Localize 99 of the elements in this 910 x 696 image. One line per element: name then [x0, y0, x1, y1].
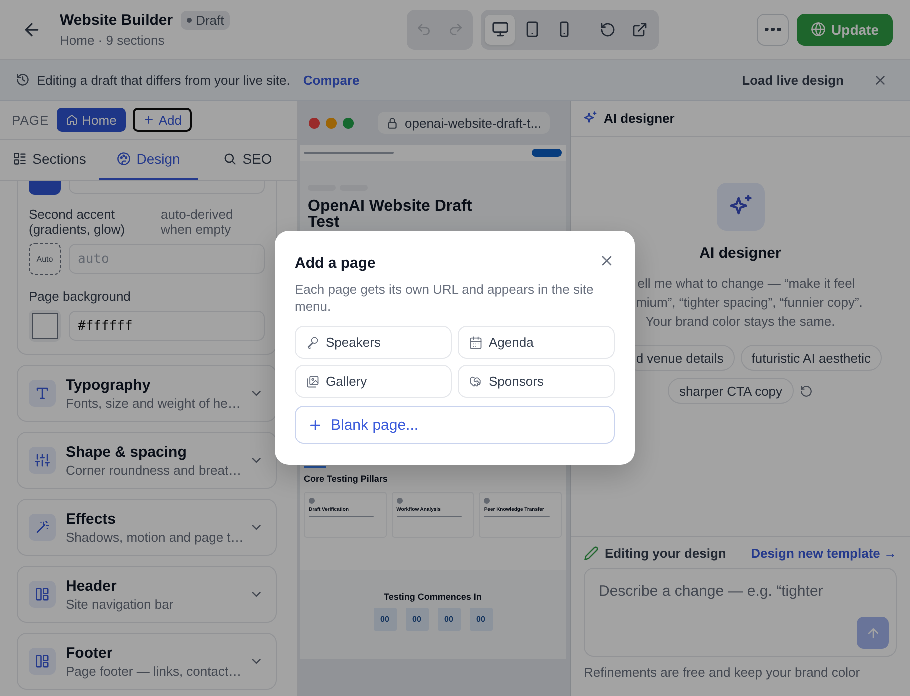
close-dot	[309, 118, 320, 128]
reload-icon	[600, 22, 616, 38]
microphone-icon	[306, 336, 320, 350]
pencil-icon	[584, 546, 599, 561]
section-subtitle: Page footer — links, contact…	[66, 664, 239, 678]
page-subtitle: Home · 9 sections	[60, 33, 166, 48]
settings-section[interactable]: Header Site navigation bar	[17, 566, 277, 623]
page-template-button[interactable]: Speakers	[295, 326, 452, 359]
card-dot	[484, 498, 490, 504]
dialog-description: Each page gets its own URL and appears in the site menu.	[295, 281, 595, 315]
editing-label: Editing your design	[605, 546, 726, 561]
panel-title: AI designer	[604, 111, 675, 126]
design-template-link[interactable]: Design new template →	[751, 546, 897, 561]
desktop-icon	[492, 21, 508, 38]
arrow-up-icon	[866, 626, 880, 640]
app-title: Website Builder	[60, 12, 174, 29]
address-bar: openai-website-draft-t...	[378, 112, 550, 134]
minimize-dot	[326, 118, 337, 128]
lock-icon	[386, 116, 399, 130]
sparkle-icon	[583, 111, 598, 126]
external-link-icon	[632, 22, 648, 38]
status-badge: Draft	[181, 11, 230, 30]
undo-icon	[416, 22, 432, 38]
section-subtitle: Fonts, size and weight of he…	[66, 396, 239, 410]
history-icon	[16, 73, 30, 87]
auto-swatch: Auto	[29, 243, 61, 275]
dialog-title: Add a page	[295, 255, 376, 272]
wand-icon	[35, 520, 50, 535]
countdown-box: 00	[406, 608, 428, 631]
hero-heading: OpenAI Website Draft Test	[308, 199, 474, 231]
page-template-button[interactable]: Sponsors	[458, 365, 615, 398]
handshake-icon	[469, 374, 483, 388]
prompt-field[interactable]: Describe a change — e.g. “tighter	[584, 568, 897, 657]
draft-message: Editing a draft that differs from your live site.	[37, 72, 290, 88]
panel-tab[interactable]: SEO	[198, 140, 297, 180]
refresh-button[interactable]	[800, 384, 813, 398]
settings-section[interactable]: Shape & spacing Corner roundness and breat…	[17, 432, 277, 489]
add-page-button[interactable]: Add	[132, 108, 192, 132]
compare-link[interactable]: Compare	[303, 72, 360, 88]
page-template-button[interactable]: Gallery	[295, 365, 452, 398]
settings-section[interactable]: Footer Page footer — links, contact…	[17, 633, 277, 690]
more-button[interactable]	[756, 14, 789, 46]
section-title: Header	[66, 578, 118, 594]
register-pill	[532, 149, 562, 157]
countdown-box: 00	[438, 608, 460, 631]
search-icon	[222, 152, 237, 166]
sliders-icon	[35, 453, 50, 468]
panel-tab[interactable]: Sections	[0, 140, 99, 180]
settings-section[interactable]: Effects Shadows, motion and page t…	[17, 499, 277, 556]
maximize-dot	[343, 118, 354, 128]
globe-icon	[810, 22, 826, 37]
page-button[interactable]: Home	[57, 108, 126, 132]
load-live-design-button[interactable]: Load live design	[742, 72, 844, 88]
color-swatch	[29, 310, 61, 342]
device-tab[interactable]	[485, 14, 515, 44]
intro-text: mium”, “tighter spacing”, “funnier copy”.	[636, 294, 863, 312]
home-icon	[66, 114, 78, 126]
more-icon	[764, 28, 781, 31]
eyebrow-line	[304, 466, 326, 468]
card-dot	[396, 498, 403, 504]
field-label: Page background	[29, 289, 132, 304]
section-title: Effects	[66, 510, 118, 528]
image-icon	[306, 374, 320, 388]
text-line	[309, 516, 374, 517]
suggestion-chip[interactable]: sharper CTA copy	[668, 378, 794, 404]
calendar-icon	[469, 336, 483, 350]
color-input[interactable]: auto	[69, 244, 265, 274]
field-hint: auto-derived when empty	[161, 207, 234, 237]
text-line	[484, 516, 550, 517]
palette-icon	[116, 152, 131, 166]
layout-icon	[35, 654, 50, 669]
list-icon	[12, 152, 27, 166]
intro-text: Your brand color stays the same.	[646, 313, 836, 331]
blank-page-button[interactable]: Blank page...	[295, 406, 615, 444]
section-subtitle: Corner roundness and breat…	[66, 462, 239, 478]
text-icon	[35, 386, 50, 401]
section-title: Shape & spacing	[66, 444, 188, 460]
color-input[interactable]: #ffffff	[69, 311, 265, 341]
plus-icon	[142, 114, 155, 126]
refinement-note: Refinements are free and keep your brand color	[584, 665, 862, 680]
countdown-box: 00	[470, 608, 492, 631]
refresh-icon	[800, 384, 813, 398]
ai-title: AI designer	[700, 245, 782, 262]
section-title: Typography	[66, 376, 152, 394]
layout-icon	[35, 587, 50, 602]
plus-icon	[308, 418, 323, 432]
field-label: Second accent (gradients, glow)	[29, 207, 126, 237]
section-subtitle: Site navigation bar	[66, 596, 175, 612]
suggestion-chip[interactable]: futuristic AI aesthetic	[740, 345, 882, 371]
text-line	[396, 516, 462, 517]
section-heading: Core Testing Pillars	[304, 474, 389, 484]
page-template-button[interactable]: Agenda	[458, 326, 615, 359]
section-title: Footer	[66, 644, 114, 662]
countdown-title: Testing Commences In	[384, 592, 482, 602]
card-dot	[309, 498, 315, 504]
intro-text: ell me what to change — “make it feel	[638, 275, 856, 293]
countdown-box: 00	[374, 608, 396, 631]
redo-icon	[448, 22, 464, 38]
page-label: PAGE	[12, 112, 50, 128]
